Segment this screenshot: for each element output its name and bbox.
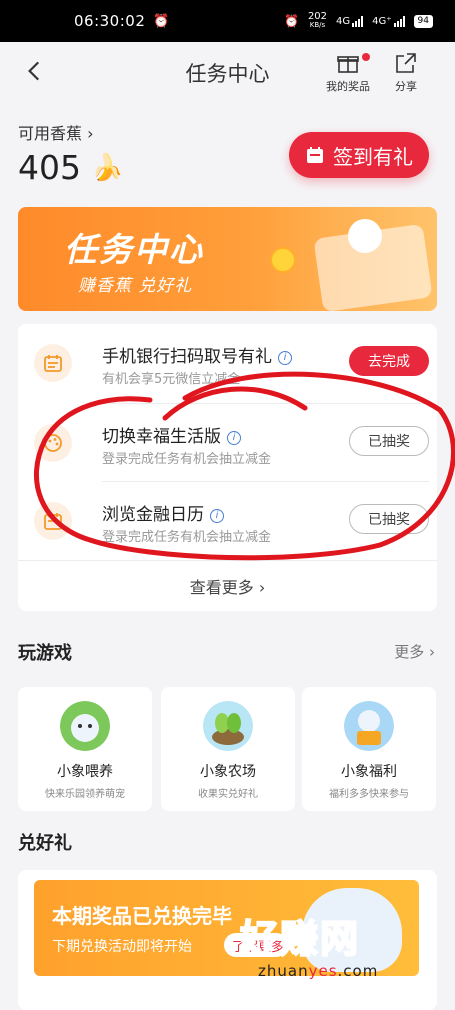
banana-icon: 🍌 xyxy=(91,152,124,183)
my-prizes-label: 我的奖品 xyxy=(326,80,370,93)
notification-dot xyxy=(362,53,370,61)
info-icon[interactable]: i xyxy=(278,351,292,365)
alarm-icon: ⏰ xyxy=(153,13,170,29)
signal-icon-2: 4G⁺ xyxy=(372,15,405,27)
banana-balance: 405 🍌 xyxy=(18,148,123,187)
task-row: 浏览金融日历 i 登录完成任务有机会抽立减金 已抽奖 xyxy=(18,482,437,560)
task-title: 手机银行扫码取号有礼 i xyxy=(102,342,292,367)
drawn-button[interactable]: 已抽奖 xyxy=(349,504,429,534)
task-desc: 登录完成任务有机会抽立减金 xyxy=(102,530,272,545)
welfare-avatar-icon xyxy=(344,701,394,751)
back-arrow-icon[interactable] xyxy=(22,58,48,84)
share-button[interactable]: 分享 xyxy=(394,51,418,94)
game-card-farm[interactable]: 小象农场 收果实兑好礼 xyxy=(161,687,295,811)
calendar-task-icon xyxy=(34,502,72,540)
signal-icon-1: 4G xyxy=(336,15,364,27)
game-desc: 收果实兑好礼 xyxy=(198,789,258,800)
info-icon[interactable]: i xyxy=(227,431,241,445)
calendar-icon xyxy=(307,147,323,163)
signin-reward-button[interactable]: 签到有礼 xyxy=(289,132,429,178)
my-prizes-button[interactable]: 我的奖品 xyxy=(326,51,370,94)
coin-icon xyxy=(270,247,296,273)
game-name: 小象福利 xyxy=(341,764,397,780)
banner-subtitle: 赚香蕉 兑好礼 xyxy=(78,276,193,296)
app-header: 任务中心 我的奖品 分享 xyxy=(0,42,455,102)
task-title: 切换幸福生活版 i xyxy=(102,422,241,447)
info-icon[interactable]: i xyxy=(210,509,224,523)
task-row: 切换幸福生活版 i 登录完成任务有机会抽立减金 已抽奖 xyxy=(18,404,437,482)
task-center-banner: 任务中心 赚香蕉 兑好礼 xyxy=(18,207,437,311)
status-icons: ⏰ 202 KB/s 4G 4G⁺ 94 xyxy=(284,12,433,30)
games-more-link[interactable]: 更多 › xyxy=(394,641,435,662)
calendar-task-icon xyxy=(34,344,72,382)
watermark-text: 好赚网 xyxy=(239,916,361,962)
reward-subtitle: 下期兑换活动即将开始 xyxy=(52,939,192,955)
network-speed: 202 KB/s xyxy=(307,11,328,30)
elephant-avatar-icon xyxy=(60,701,110,751)
games-section-title: 玩游戏 xyxy=(18,643,72,664)
game-name: 小象农场 xyxy=(200,764,256,780)
share-icon xyxy=(396,53,416,73)
watermark-url: zhuanyes.com xyxy=(258,962,379,980)
reward-card: 本期奖品已兑换完毕 下期兑换活动即将开始 了解更多 xyxy=(18,870,437,1010)
page-title: 任务中心 xyxy=(185,62,270,86)
task-row: 手机银行扫码取号有礼 i 有机会享5元微信立减金 去完成 xyxy=(18,324,437,402)
mascot-icon xyxy=(348,219,382,253)
go-complete-button[interactable]: 去完成 xyxy=(349,346,429,376)
gift-icon xyxy=(337,56,359,73)
sprout-avatar-icon xyxy=(203,701,253,751)
task-desc: 登录完成任务有机会抽立减金 xyxy=(102,452,272,467)
game-card-welfare[interactable]: 小象福利 福利多多快来参与 xyxy=(302,687,436,811)
game-card-feeding[interactable]: 小象喂养 快来乐园领养萌宠 xyxy=(18,687,152,811)
task-title: 浏览金融日历 i xyxy=(102,500,224,525)
alarm-icon-right: ⏰ xyxy=(283,14,299,28)
task-desc: 有机会享5元微信立减金 xyxy=(102,372,241,387)
palette-task-icon xyxy=(34,424,72,462)
banner-title: 任务中心 xyxy=(64,230,204,269)
banana-balance-label[interactable]: 可用香蕉 › xyxy=(18,120,94,144)
signin-label: 签到有礼 xyxy=(333,144,413,169)
banana-value: 405 xyxy=(18,148,81,187)
game-desc: 福利多多快来参与 xyxy=(329,789,409,800)
drawn-button[interactable]: 已抽奖 xyxy=(349,426,429,456)
share-label: 分享 xyxy=(395,80,417,93)
view-more-link[interactable]: 查看更多 › xyxy=(18,574,437,598)
status-time: 06:30:02 xyxy=(74,12,146,30)
reward-title: 本期奖品已兑换完毕 xyxy=(52,904,232,928)
rewards-section-title: 兑好礼 xyxy=(18,833,72,854)
divider xyxy=(18,560,437,561)
task-list-card: 手机银行扫码取号有礼 i 有机会享5元微信立减金 去完成 切换幸福生活版 i 登录完… xyxy=(18,324,437,611)
game-name: 小象喂养 xyxy=(57,764,113,780)
game-desc: 快来乐园领养萌宠 xyxy=(45,789,125,800)
status-bar: 06:30:02 ⏰ ⏰ 202 KB/s 4G 4G⁺ 94 xyxy=(0,0,455,42)
battery-icon: 94 xyxy=(413,14,433,28)
